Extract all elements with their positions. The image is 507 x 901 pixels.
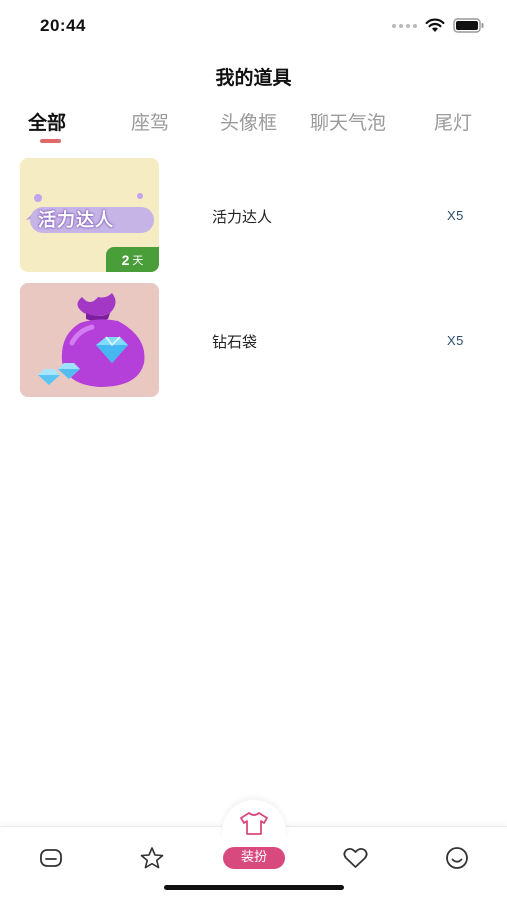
- nav-heart-button[interactable]: [342, 845, 369, 875]
- heart-icon: [343, 847, 368, 868]
- smile-icon: [446, 847, 468, 869]
- nav-dressup-label[interactable]: 装扮: [223, 847, 285, 869]
- page-title: 我的道具: [215, 67, 292, 89]
- shirt-icon: [240, 812, 268, 835]
- home-icon: [40, 849, 62, 867]
- status-time: 20:44: [40, 16, 86, 35]
- item-name: 活力达人: [212, 208, 273, 226]
- status-icons: [392, 18, 485, 33]
- energy-badge-icon: 活力达人 2 天: [20, 158, 159, 272]
- nav-home-button[interactable]: [38, 845, 64, 875]
- active-tab-indicator: [40, 139, 61, 143]
- item-count: X5: [447, 333, 464, 348]
- status-bar: 20:44: [0, 0, 507, 52]
- tab-tail-light[interactable]: 尾灯: [434, 108, 472, 135]
- cellular-signal-icon: [392, 23, 417, 28]
- tab-all[interactable]: 全部: [28, 108, 66, 135]
- battery-icon: [453, 18, 484, 33]
- category-tabs: 全部 座驾 头像框 聊天气泡 尾灯: [0, 108, 507, 148]
- days-number: 2: [121, 251, 130, 268]
- home-indicator: [164, 885, 344, 890]
- days-remaining-badge: 2 天: [106, 247, 159, 272]
- tab-avatar-frame[interactable]: 头像框: [220, 108, 277, 135]
- wifi-icon: [425, 18, 445, 32]
- item-count: X5: [447, 208, 464, 223]
- list-item[interactable]: 钻石袋 X5: [0, 283, 507, 397]
- nav-star-button[interactable]: [139, 845, 165, 875]
- nav-dressup-button[interactable]: [239, 810, 269, 840]
- star-icon: [140, 847, 164, 869]
- diamond-bag-icon: [20, 283, 159, 397]
- thumb-label: 活力达人: [38, 210, 114, 231]
- list-item[interactable]: 活力达人 2 天 活力达人 X5: [0, 158, 507, 272]
- tab-chat-bubble[interactable]: 聊天气泡: [310, 108, 386, 135]
- item-name: 钻石袋: [212, 333, 258, 351]
- days-unit: 天: [132, 253, 144, 267]
- tab-mount[interactable]: 座驾: [131, 108, 169, 135]
- nav-profile-button[interactable]: [444, 845, 470, 875]
